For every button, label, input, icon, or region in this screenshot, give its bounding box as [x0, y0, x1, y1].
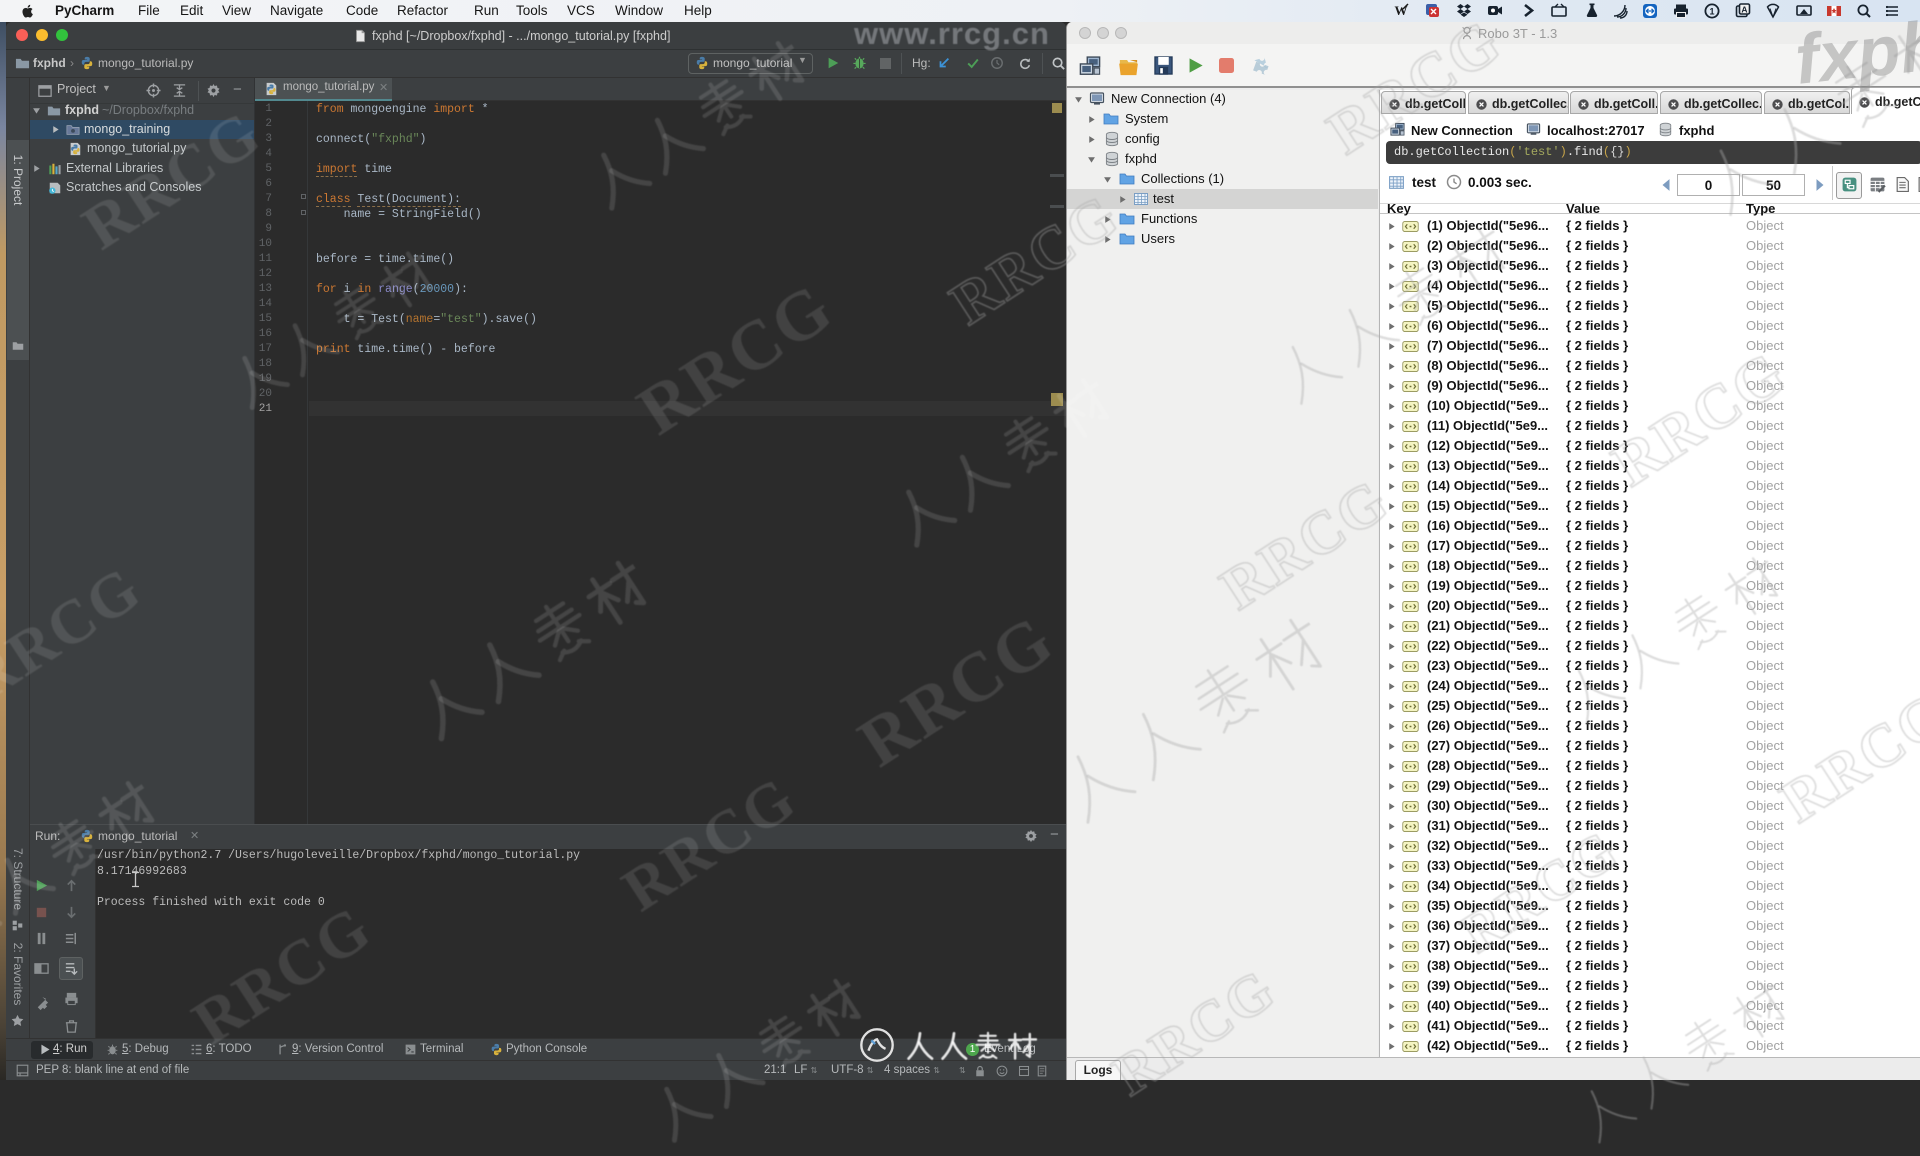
svg-text:W: W	[1395, 3, 1408, 18]
svg-text:A: A	[1741, 4, 1747, 14]
svg-text:1: 1	[1709, 6, 1714, 16]
